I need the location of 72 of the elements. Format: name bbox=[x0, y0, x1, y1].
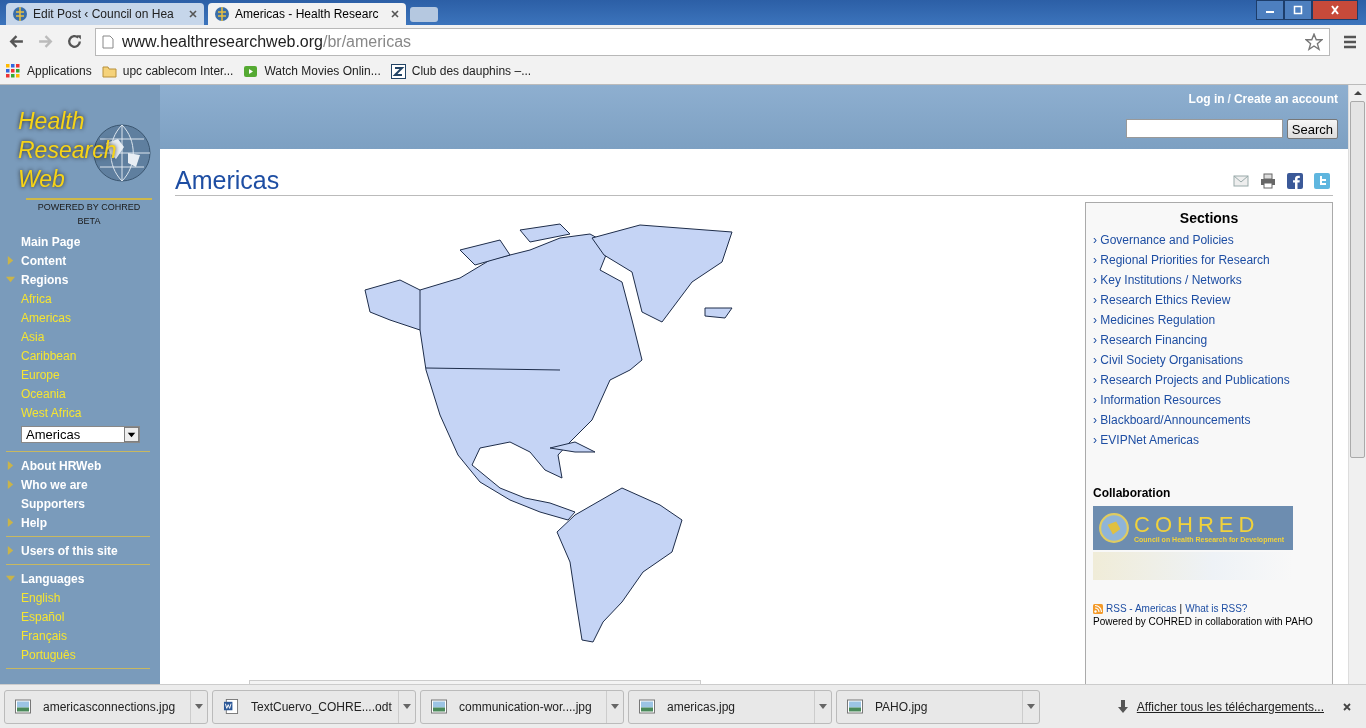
caret-icon[interactable] bbox=[195, 704, 203, 709]
minimize-button[interactable] bbox=[1256, 0, 1284, 20]
close-button[interactable] bbox=[1312, 0, 1358, 20]
close-icon bbox=[1329, 5, 1341, 15]
image-file-icon bbox=[15, 699, 31, 714]
search-field[interactable] bbox=[1125, 119, 1283, 138]
search-button[interactable]: Search bbox=[1286, 119, 1338, 139]
download-item[interactable]: PAHO.jpg bbox=[836, 689, 1040, 724]
collaboration-heading: Collaboration bbox=[1093, 486, 1172, 500]
letter-icon bbox=[390, 63, 406, 79]
image-file-icon bbox=[847, 699, 863, 714]
back-icon[interactable] bbox=[8, 33, 25, 50]
print-icon[interactable] bbox=[1260, 173, 1276, 189]
caret-icon[interactable] bbox=[611, 704, 619, 709]
rss-help-link[interactable]: What is RSS? bbox=[1185, 603, 1248, 614]
section-link[interactable]: › Research Ethics Review bbox=[1093, 290, 1325, 310]
caret-icon[interactable] bbox=[1027, 704, 1035, 709]
bookmark[interactable]: Applications bbox=[6, 63, 92, 79]
apps-grid-icon bbox=[6, 63, 21, 79]
page-title: Americas bbox=[175, 166, 280, 195]
show-all-downloads-link[interactable]: Afficher tous les téléchargements... bbox=[1136, 699, 1324, 714]
page-icon bbox=[102, 34, 114, 49]
address-bar[interactable]: www.healthresearchweb.org/br/americas bbox=[95, 27, 1330, 56]
section-link[interactable]: › Governance and Policies bbox=[1093, 230, 1325, 250]
maximize-button[interactable] bbox=[1284, 0, 1312, 20]
maximize-icon bbox=[1292, 5, 1304, 15]
download-item[interactable]: americasconnections.jpg bbox=[4, 689, 208, 724]
image-file-icon bbox=[639, 699, 655, 714]
section-link[interactable]: › Research Financing bbox=[1093, 330, 1325, 350]
section-link[interactable]: › Regional Priorities for Research bbox=[1093, 250, 1325, 270]
bookmark[interactable]: upc cablecom Inter... bbox=[101, 63, 234, 79]
close-icon[interactable] bbox=[188, 9, 198, 19]
close-icon[interactable] bbox=[1342, 701, 1352, 712]
reload-icon[interactable] bbox=[66, 33, 83, 50]
caret-icon[interactable] bbox=[819, 704, 827, 709]
close-icon[interactable] bbox=[390, 9, 400, 19]
download-item[interactable]: communication-wor....jpg bbox=[420, 689, 624, 724]
region-dropdown[interactable]: Americas bbox=[21, 426, 140, 443]
section-link[interactable]: › Blackboard/Announcements bbox=[1093, 410, 1325, 430]
facebook-icon[interactable] bbox=[1287, 173, 1303, 189]
section-link[interactable]: › Research Projects and Publications bbox=[1093, 370, 1325, 390]
bookmark[interactable]: Club des dauphins –... bbox=[390, 63, 532, 79]
globe-icon bbox=[214, 6, 230, 22]
rss-link[interactable]: RSS - Americas bbox=[1106, 603, 1177, 614]
download-item[interactable]: americas.jpg bbox=[628, 689, 832, 724]
scroll-up-arrow-icon[interactable] bbox=[1352, 89, 1363, 97]
image-file-icon bbox=[431, 699, 447, 714]
download-icon bbox=[1116, 699, 1129, 714]
bookmark[interactable]: Watch Movies Onlin... bbox=[243, 63, 381, 79]
section-link[interactable]: › Medicines Regulation bbox=[1093, 310, 1325, 330]
download-item[interactable]: TextCuervo_COHRE....odt bbox=[212, 689, 416, 724]
beta-label: BETA bbox=[77, 215, 101, 228]
section-link[interactable]: › Civil Society Organisations bbox=[1093, 350, 1325, 370]
section-link[interactable]: › Information Resources bbox=[1093, 390, 1325, 410]
document-icon bbox=[223, 699, 239, 714]
browser-tab[interactable]: Americas - Health Researc bbox=[208, 3, 406, 25]
scrollbar[interactable] bbox=[1348, 85, 1366, 684]
folder-icon bbox=[101, 63, 117, 79]
separator: / bbox=[1227, 92, 1231, 106]
caret-icon[interactable] bbox=[403, 704, 411, 709]
credit-text: Powered by COHRED in collaboration with PAHO bbox=[1093, 616, 1314, 627]
globe-icon bbox=[1098, 512, 1130, 544]
sections-heading: Sections bbox=[1178, 210, 1240, 226]
menu-icon[interactable] bbox=[1342, 33, 1358, 50]
separator: | bbox=[1179, 603, 1183, 614]
section-link[interactable]: › EVIPNet Americas bbox=[1093, 430, 1325, 450]
play-icon bbox=[243, 63, 259, 79]
star-icon[interactable] bbox=[1305, 32, 1323, 51]
section-link[interactable]: › Key Institutions / Networks bbox=[1093, 270, 1325, 290]
browser-tab[interactable]: Edit Post ‹ Council on Hea bbox=[6, 3, 204, 25]
globe-icon bbox=[12, 6, 28, 22]
logo-tagline: POWERED BY COHRED bbox=[37, 201, 141, 214]
